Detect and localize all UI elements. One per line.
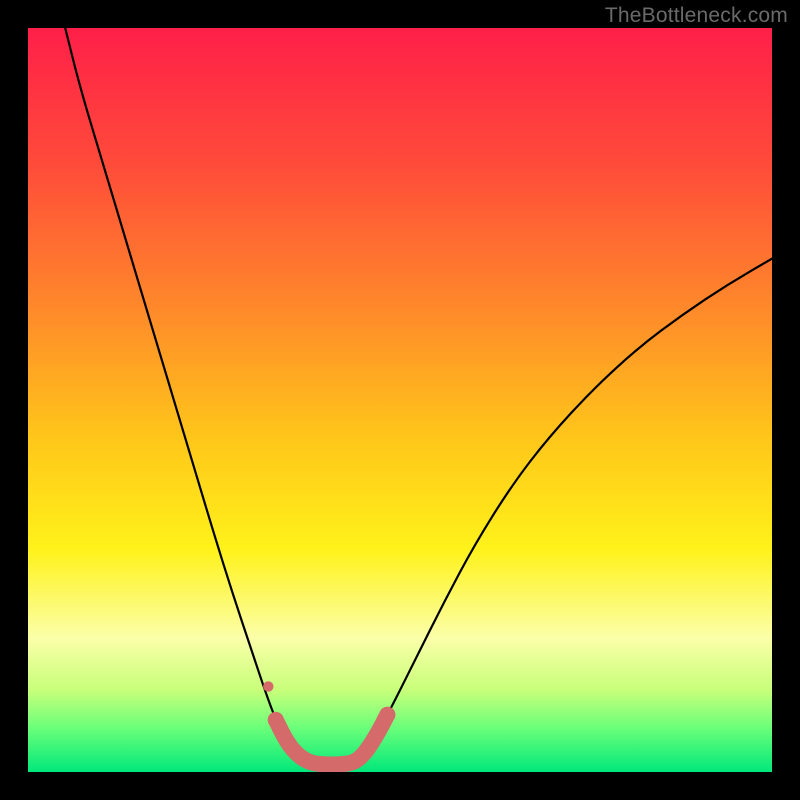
chart-background [28,28,772,772]
chart-svg [28,28,772,772]
watermark-label: TheBottleneck.com [605,4,788,28]
optimal-range-dot [379,707,395,723]
chart-plot-area [28,28,772,772]
optimal-range-dot [268,712,284,728]
chart-frame: TheBottleneck.com [0,0,800,800]
optimal-range-dot [263,681,273,691]
